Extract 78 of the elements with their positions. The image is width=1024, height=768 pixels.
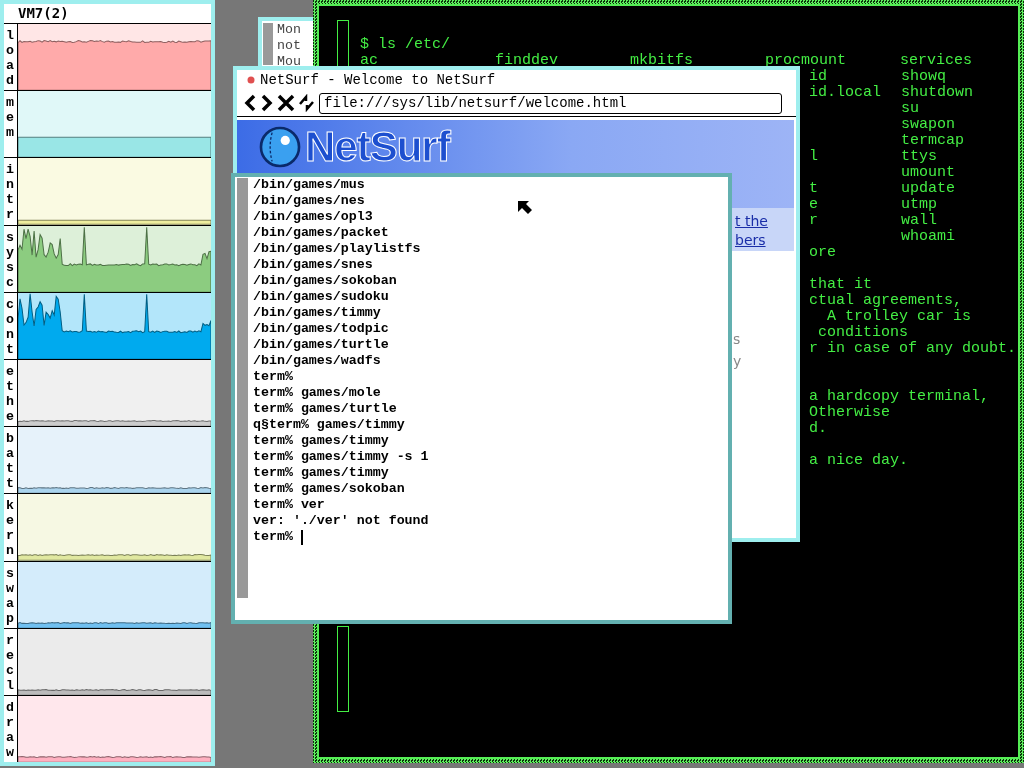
- message-line: Otherwise: [809, 404, 890, 421]
- message-line: a hardcopy terminal,: [809, 388, 990, 405]
- terminal-line: /bin/games/nes: [253, 193, 365, 209]
- file-name: procmount: [765, 52, 846, 69]
- page-text: s: [733, 331, 741, 347]
- terminal-line: q§term% games/timmy: [253, 417, 405, 433]
- file-name: finddev: [495, 52, 558, 69]
- terminal-line: term% games/timmy: [253, 433, 389, 449]
- message-line: r in case of any doubt.: [809, 340, 1017, 357]
- file-name: e: [809, 196, 818, 213]
- file-name: r: [809, 212, 818, 229]
- file-name: t: [809, 180, 818, 197]
- file-name: umount: [901, 164, 955, 181]
- terminal-line: /bin/games/snes: [253, 257, 373, 273]
- file-name: showq: [901, 68, 946, 85]
- terminal-line: Mon: [277, 22, 301, 38]
- file-name: ttys: [901, 148, 937, 165]
- terminal-line: /bin/games/sudoku: [253, 289, 389, 305]
- message-line: conditions: [817, 324, 909, 341]
- terminal-line: /bin/games/playlistfs: [253, 241, 421, 257]
- file-name: id.local: [809, 84, 881, 101]
- app-icon: [247, 76, 255, 84]
- page-link[interactable]: bers: [735, 232, 766, 248]
- terminal-line: term% ver: [253, 497, 325, 513]
- file-name: mkbitfs: [630, 52, 693, 69]
- message-line: ctual agreements,: [809, 292, 963, 309]
- scroll-bar[interactable]: [237, 178, 248, 598]
- file-name: shutdown: [901, 84, 973, 101]
- message-line: a nice day.: [809, 452, 909, 469]
- reload-icon[interactable]: [298, 94, 315, 112]
- terminal-line: ver: './ver' not found: [253, 513, 429, 529]
- back-icon[interactable]: [243, 94, 257, 112]
- terminal-line: /bin/games/mus: [253, 177, 365, 193]
- file-name: id: [809, 68, 827, 85]
- scroll-bar[interactable]: [337, 20, 349, 68]
- terminal-line: term% games/sokoban: [253, 481, 405, 497]
- file-name: swapon: [901, 116, 955, 133]
- file-name: ac: [360, 52, 378, 69]
- terminal-line: /bin/games/sokoban: [253, 273, 397, 289]
- text-cursor: [300, 529, 303, 545]
- terminal-line: /bin/games/timmy: [253, 305, 381, 321]
- file-name: l: [809, 148, 818, 165]
- file-name: wall: [901, 212, 937, 229]
- terminal-line: term% games/mole: [253, 385, 381, 401]
- page-link[interactable]: t the: [735, 213, 768, 229]
- terminal-line: /bin/games/opl3: [253, 209, 373, 225]
- terminal-line: term% games/turtle: [253, 401, 397, 417]
- file-name: whoami: [901, 228, 955, 245]
- terminal-line: term% games/timmy -s 1: [253, 449, 429, 465]
- file-name: ore: [809, 244, 836, 261]
- scroll-bar[interactable]: [337, 626, 349, 712]
- forward-icon[interactable]: [260, 94, 274, 112]
- globe-icon: [259, 126, 301, 168]
- file-name: su: [901, 100, 919, 117]
- file-name: update: [901, 180, 955, 197]
- file-name: termcap: [901, 132, 964, 149]
- terminal-line: Mou: [277, 54, 301, 70]
- terminal-line: /bin/games/todpic: [253, 321, 389, 337]
- terminal-line: not: [277, 38, 301, 54]
- logo-text: NetSurf: [305, 126, 450, 168]
- command-line: $ ls /etc/: [360, 37, 451, 53]
- stop-icon[interactable]: [277, 94, 295, 112]
- scroll-bar[interactable]: [263, 23, 273, 65]
- file-name: services: [900, 52, 972, 69]
- terminal-line: /bin/games/packet: [253, 225, 389, 241]
- page-text: y: [733, 353, 742, 369]
- terminal-line: term%: [253, 529, 293, 545]
- message-line: A trolley car is: [826, 308, 972, 325]
- message-line: that it: [809, 276, 872, 293]
- file-name: utmp: [901, 196, 937, 213]
- message-line: d.: [809, 420, 827, 437]
- terminal-line: term% games/timmy: [253, 465, 389, 481]
- terminal-line: term%: [253, 369, 293, 385]
- pointer-icon: [517, 200, 533, 216]
- terminal-line: /bin/games/turtle: [253, 337, 389, 353]
- window-title: NetSurf - Welcome to NetSurf: [260, 72, 496, 88]
- address-field[interactable]: file:///sys/lib/netsurf/welcome.html: [319, 92, 782, 114]
- terminal-line: /bin/games/wadfs: [253, 353, 381, 369]
